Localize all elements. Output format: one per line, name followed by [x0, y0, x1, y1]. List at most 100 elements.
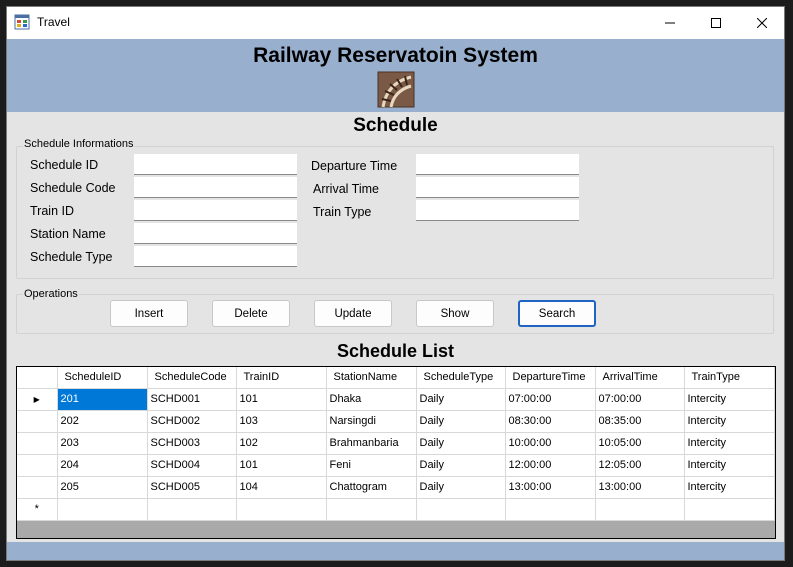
station-name-label: Station Name	[30, 227, 106, 241]
close-button[interactable]	[739, 7, 784, 39]
table-cell[interactable]: SCHD005	[147, 476, 237, 499]
maximize-button[interactable]	[693, 7, 739, 39]
table-cell[interactable]: Chattogram	[326, 476, 417, 499]
table-cell[interactable]	[326, 498, 417, 521]
table-cell[interactable]: 103	[236, 410, 327, 433]
table-cell[interactable]: Daily	[416, 410, 506, 433]
schedule-id-input[interactable]	[134, 154, 297, 175]
title-bar[interactable]: Travel	[7, 7, 784, 39]
table-cell[interactable]	[147, 498, 237, 521]
minimize-button[interactable]	[647, 7, 693, 39]
column-header[interactable]: ArrivalTime	[595, 367, 685, 389]
table-cell[interactable]: 203	[57, 432, 148, 455]
column-header[interactable]: ScheduleCode	[147, 367, 237, 389]
table-cell[interactable]: 08:35:00	[595, 410, 685, 433]
table-cell[interactable]: Intercity	[684, 388, 775, 411]
station-name-input[interactable]	[134, 223, 297, 244]
show-button[interactable]: Show	[416, 300, 494, 327]
table-cell[interactable]: SCHD003	[147, 432, 237, 455]
table-cell[interactable]	[57, 498, 148, 521]
table-cell[interactable]	[684, 498, 775, 521]
arrival-time-input[interactable]	[416, 177, 579, 198]
table-cell[interactable]: 08:30:00	[505, 410, 596, 433]
table-row[interactable]: 204 SCHD004 101 Feni Daily 12:00:00 12:0…	[17, 454, 775, 477]
table-cell[interactable]: Dhaka	[326, 388, 417, 411]
departure-time-input[interactable]	[416, 154, 579, 175]
table-cell[interactable]	[595, 498, 685, 521]
row-header[interactable]	[17, 476, 58, 499]
column-header[interactable]: TrainType	[684, 367, 775, 389]
search-button[interactable]: Search	[518, 300, 596, 327]
table-cell[interactable]: 07:00:00	[595, 388, 685, 411]
schedule-grid[interactable]: ScheduleID ScheduleCode TrainID StationN…	[16, 366, 776, 539]
column-header[interactable]: DepartureTime	[505, 367, 596, 389]
row-header[interactable]	[17, 432, 58, 455]
app-title: Railway Reservatoin System	[253, 44, 538, 67]
insert-button[interactable]: Insert	[110, 300, 188, 327]
table-cell[interactable]: 10:05:00	[595, 432, 685, 455]
schedule-id-label: Schedule ID	[30, 158, 99, 172]
column-header[interactable]: ScheduleID	[57, 367, 148, 389]
table-row[interactable]: ▶ 201 SCHD001 101 Dhaka Daily 07:00:00 0…	[17, 388, 775, 411]
schedule-code-input[interactable]	[134, 177, 297, 198]
table-cell[interactable]	[236, 498, 327, 521]
table-cell[interactable]: 102	[236, 432, 327, 455]
train-type-label: Train Type	[313, 205, 372, 219]
new-row[interactable]: *	[17, 498, 775, 521]
railway-track-icon	[377, 71, 415, 108]
footer-band	[7, 542, 784, 560]
table-cell[interactable]: Intercity	[684, 476, 775, 499]
table-cell[interactable]: Feni	[326, 454, 417, 477]
table-cell[interactable]: Intercity	[684, 410, 775, 433]
table-cell[interactable]: Daily	[416, 454, 506, 477]
train-id-label: Train ID	[30, 204, 74, 218]
new-row-indicator[interactable]: *	[17, 498, 58, 521]
table-cell[interactable]: SCHD001	[147, 388, 237, 411]
table-cell[interactable]: 104	[236, 476, 327, 499]
table-cell[interactable]: SCHD004	[147, 454, 237, 477]
table-cell[interactable]	[505, 498, 596, 521]
update-button[interactable]: Update	[314, 300, 392, 327]
table-cell[interactable]: 12:00:00	[505, 454, 596, 477]
window-title: Travel	[37, 15, 70, 29]
table-cell[interactable]: Narsingdi	[326, 410, 417, 433]
table-cell[interactable]: 13:00:00	[505, 476, 596, 499]
delete-button[interactable]: Delete	[212, 300, 290, 327]
table-cell[interactable]: 101	[236, 388, 327, 411]
table-cell[interactable]: 205	[57, 476, 148, 499]
close-icon	[757, 18, 767, 28]
row-header[interactable]	[17, 454, 58, 477]
column-header[interactable]: TrainID	[236, 367, 327, 389]
table-cell[interactable]: 202	[57, 410, 148, 433]
table-row[interactable]: 202 SCHD002 103 Narsingdi Daily 08:30:00…	[17, 410, 775, 433]
table-row[interactable]: 203 SCHD003 102 Brahmanbaria Daily 10:00…	[17, 432, 775, 455]
schedule-code-label: Schedule Code	[30, 181, 116, 195]
table-cell[interactable]: Brahmanbaria	[326, 432, 417, 455]
row-header[interactable]	[17, 410, 58, 433]
current-row-indicator[interactable]: ▶	[17, 388, 58, 411]
train-type-input[interactable]	[416, 200, 579, 221]
column-header[interactable]: ScheduleType	[416, 367, 506, 389]
table-cell[interactable]: 13:00:00	[595, 476, 685, 499]
schedule-type-input[interactable]	[134, 246, 297, 267]
table-cell[interactable]: Daily	[416, 388, 506, 411]
table-cell[interactable]: Daily	[416, 432, 506, 455]
table-cell[interactable]: 204	[57, 454, 148, 477]
table-cell[interactable]: Intercity	[684, 454, 775, 477]
table-cell[interactable]: SCHD002	[147, 410, 237, 433]
table-row[interactable]: 205 SCHD005 104 Chattogram Daily 13:00:0…	[17, 476, 775, 499]
table-cell[interactable]	[416, 498, 506, 521]
corner-header[interactable]	[17, 367, 58, 389]
column-header[interactable]: StationName	[326, 367, 417, 389]
table-header-row: ScheduleID ScheduleCode TrainID StationN…	[17, 367, 775, 389]
train-id-input[interactable]	[134, 200, 297, 221]
app-window-icon	[14, 14, 30, 30]
table-cell[interactable]: Intercity	[684, 432, 775, 455]
table-cell[interactable]: 101	[236, 454, 327, 477]
schedule-list-title: Schedule List	[336, 341, 455, 361]
table-cell[interactable]: 12:05:00	[595, 454, 685, 477]
table-cell[interactable]: Daily	[416, 476, 506, 499]
table-cell[interactable]: 201	[57, 388, 148, 411]
table-cell[interactable]: 10:00:00	[505, 432, 596, 455]
table-cell[interactable]: 07:00:00	[505, 388, 596, 411]
